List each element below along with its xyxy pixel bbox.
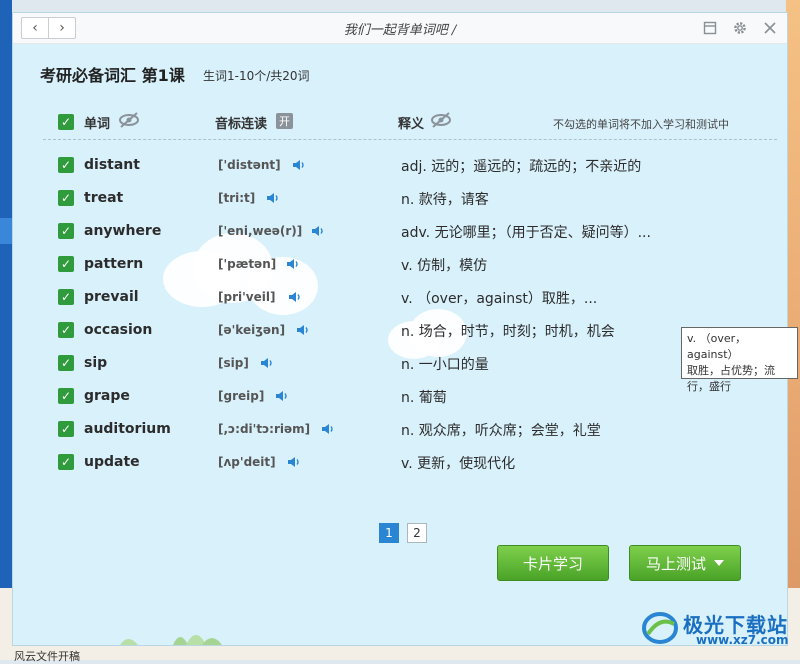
word-row: ✓ occasion [ə'keiʒən] n. 场合，时节，时刻；时机，机会 xyxy=(13,317,787,343)
speaker-icon[interactable] xyxy=(266,191,280,205)
selection-hint: 不勾选的单词将不加入学习和测试中 xyxy=(553,118,729,131)
word-row: ✓ anywhere ['eni,weə(r)] adv. 无论哪里；（用于否定、疑问… xyxy=(13,218,787,244)
desktop-left-strip xyxy=(0,0,12,660)
word-checkbox[interactable]: ✓ xyxy=(58,289,74,305)
hide-words-icon[interactable] xyxy=(117,111,141,129)
word-phonetic: ['eni,weə(r)] xyxy=(218,224,303,238)
word-checkbox[interactable]: ✓ xyxy=(58,388,74,404)
speaker-icon[interactable] xyxy=(260,356,274,370)
word-text: prevail xyxy=(84,289,139,305)
word-text: occasion xyxy=(84,322,153,338)
word-row: ✓ pattern ['pætən] v. 仿制，模仿 xyxy=(13,251,787,277)
word-phonetic: [ə'keiʒən] xyxy=(218,323,286,337)
lesson-title: 考研必备词汇 第1课 xyxy=(40,66,185,85)
phonetic-toggle[interactable]: 开 xyxy=(276,113,293,129)
word-text: treat xyxy=(84,190,124,206)
word-text: sip xyxy=(84,355,108,371)
word-meaning: n. 葡萄 xyxy=(401,390,447,406)
card-study-label: 卡片学习 xyxy=(522,554,583,573)
title-bar: ‹ › 我们一起背单词吧 / xyxy=(13,13,787,44)
word-checkbox[interactable]: ✓ xyxy=(58,256,74,272)
word-checkbox[interactable]: ✓ xyxy=(58,157,74,173)
word-row: ✓ sip [sip] n. 一小口的量 xyxy=(13,350,787,376)
word-checkbox[interactable]: ✓ xyxy=(58,190,74,206)
word-phonetic: [,ɔ:di'tɔ:riəm] xyxy=(218,422,311,436)
word-checkbox[interactable]: ✓ xyxy=(58,223,74,239)
close-button[interactable] xyxy=(759,17,781,39)
word-text: anywhere xyxy=(84,223,162,239)
column-phonetic: 音标连读 xyxy=(215,117,268,132)
word-meaning: n. 款待，请客 xyxy=(401,192,489,208)
word-meaning: v. （over，against）取胜，... xyxy=(401,291,598,307)
word-meaning: n. 一小口的量 xyxy=(401,357,489,373)
column-meaning: 释义 xyxy=(398,117,425,132)
word-meaning: v. 仿制，模仿 xyxy=(401,258,488,274)
close-icon xyxy=(764,22,776,34)
word-row: ✓ auditorium [,ɔ:di'tɔ:riəm] n. 观众席，听众席；会堂，… xyxy=(13,416,787,442)
window-title: 我们一起背单词吧 / xyxy=(343,23,457,38)
word-phonetic: ['pætən] xyxy=(218,257,277,271)
app-window: ‹ › 我们一起背单词吧 / 考研必备词汇 第1课 生词1-10个/共20词 ✓… xyxy=(12,12,798,646)
word-row: ✓ treat [tri:t] n. 款待，请客 xyxy=(13,185,787,211)
word-phonetic: ['distənt] xyxy=(218,158,281,172)
speaker-icon[interactable] xyxy=(275,389,289,403)
word-meaning: adv. 无论哪里；（用于否定、疑问等）... xyxy=(401,225,651,241)
tooltip-line: v. （over，against） xyxy=(687,332,747,361)
pagination: 1 2 xyxy=(379,523,427,543)
word-row: ✓ distant ['distənt] adj. 远的；遥远的；疏远的；不亲近的 xyxy=(13,152,787,178)
word-checkbox[interactable]: ✓ xyxy=(58,421,74,437)
word-text: update xyxy=(84,454,140,470)
word-checkbox[interactable]: ✓ xyxy=(58,355,74,371)
desktop-selection-band xyxy=(0,218,12,244)
test-now-button[interactable]: 马上测试 xyxy=(629,545,741,581)
window-controls xyxy=(699,17,781,39)
word-phonetic: [greip] xyxy=(218,389,265,403)
word-text: auditorium xyxy=(84,421,171,437)
word-row: ✓ update [ʌp'deit] v. 更新，使现代化 xyxy=(13,449,787,475)
page-1-button[interactable]: 1 xyxy=(379,523,399,543)
speaker-icon[interactable] xyxy=(286,257,300,271)
word-text: pattern xyxy=(84,256,144,272)
gear-icon xyxy=(734,22,746,34)
minimize-button[interactable] xyxy=(699,17,721,39)
word-text: grape xyxy=(84,388,130,404)
word-checkbox[interactable]: ✓ xyxy=(58,322,74,338)
tooltip-line: 取胜，占优势；流 xyxy=(687,364,775,377)
lesson-subtitle: 生词1-10个/共20词 xyxy=(203,69,310,83)
column-word: 单词 xyxy=(84,117,111,132)
caret-down-icon xyxy=(714,560,724,566)
settings-button[interactable] xyxy=(729,17,751,39)
test-now-label: 马上测试 xyxy=(645,554,706,573)
meaning-tooltip: v. （over，against） 取胜，占优势；流 行，盛行 xyxy=(681,327,798,393)
word-meaning: v. 更新，使现代化 xyxy=(401,456,516,472)
speaker-icon[interactable] xyxy=(292,158,306,172)
word-phonetic: [pri'veil] xyxy=(218,290,276,304)
speaker-icon[interactable] xyxy=(311,224,325,238)
word-row: ✓ grape [greip] n. 葡萄 xyxy=(13,383,787,409)
desktop-file-label: 风云文件开稿 xyxy=(14,650,80,663)
word-text: distant xyxy=(84,157,140,173)
word-phonetic: [ʌp'deit] xyxy=(218,455,276,469)
word-checkbox[interactable]: ✓ xyxy=(58,454,74,470)
speaker-icon[interactable] xyxy=(296,323,310,337)
leaves-decoration xyxy=(120,635,222,645)
word-row: ✓ prevail [pri'veil] v. （over，against）取胜，..… xyxy=(13,284,787,310)
header-divider xyxy=(43,139,777,140)
word-phonetic: [tri:t] xyxy=(218,191,256,205)
select-all-checkbox[interactable]: ✓ xyxy=(58,114,74,130)
word-meaning: n. 观众席，听众席；会堂，礼堂 xyxy=(401,423,601,439)
card-study-button[interactable]: 卡片学习 xyxy=(497,545,609,581)
tooltip-line: 行，盛行 xyxy=(687,380,731,393)
minimize-panel-icon xyxy=(703,21,717,35)
word-meaning: adj. 远的；遥远的；疏远的；不亲近的 xyxy=(401,159,642,175)
speaker-icon[interactable] xyxy=(287,455,301,469)
page-2-button[interactable]: 2 xyxy=(407,523,427,543)
speaker-icon[interactable] xyxy=(288,290,302,304)
speaker-icon[interactable] xyxy=(321,422,335,436)
word-phonetic: [sip] xyxy=(218,356,249,370)
hide-meaning-icon[interactable] xyxy=(429,111,453,129)
watermark-url: www.xz7.com xyxy=(696,633,789,647)
word-meaning: n. 场合，时节，时刻；时机，机会 xyxy=(401,324,615,340)
